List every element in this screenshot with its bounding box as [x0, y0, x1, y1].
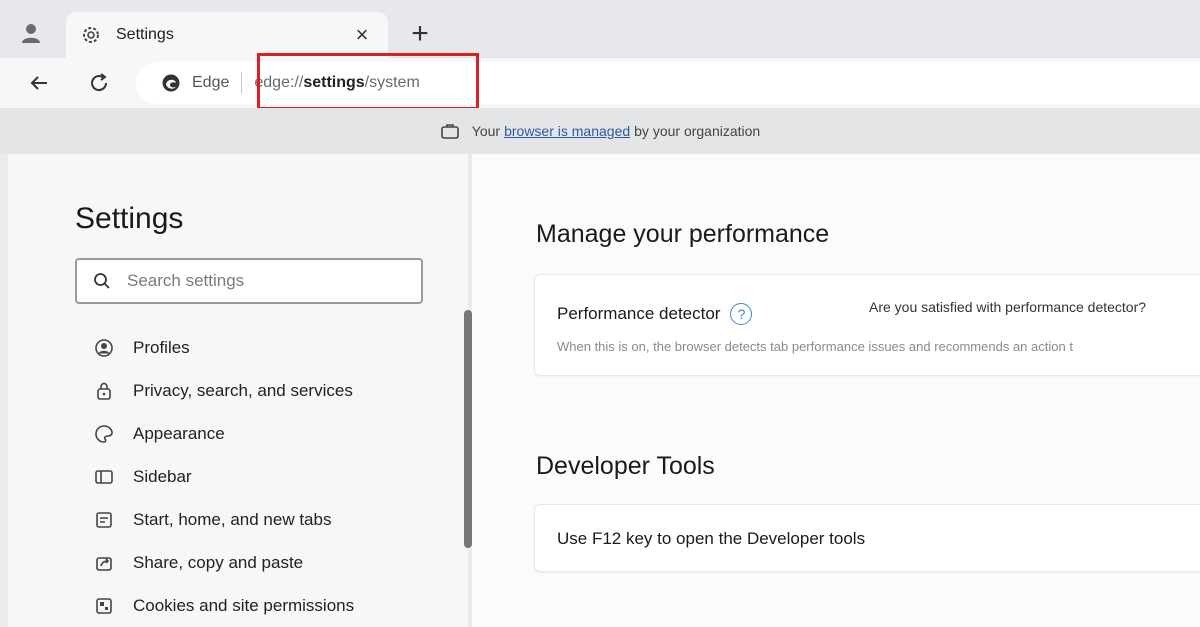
briefcase-icon: [440, 121, 460, 141]
edge-logo-icon: [160, 72, 182, 94]
back-arrow-icon[interactable]: [22, 66, 56, 100]
developer-tools-label: Use F12 key to open the Developer tools: [557, 529, 866, 548]
sidebar-item-share[interactable]: Share, copy and paste: [93, 541, 354, 584]
help-icon[interactable]: ?: [730, 303, 753, 325]
performance-description: When this is on, the browser detects tab…: [557, 339, 1073, 354]
search-box[interactable]: [75, 258, 423, 304]
settings-nav: Profiles Privacy, search, and services A…: [93, 326, 354, 627]
tab-title: Settings: [116, 26, 174, 43]
banner-text-before: Your: [471, 123, 501, 139]
performance-detector-row: Performance detector ?: [557, 303, 753, 325]
sidebar-item-label: Privacy, search, and services: [133, 380, 353, 400]
managed-banner: Your browser is managed by your organiza…: [0, 108, 1200, 154]
performance-section-title: Manage your performance: [536, 220, 830, 248]
refresh-icon[interactable]: [82, 66, 116, 100]
sidebar-item-label: Cookies and site permissions: [133, 595, 355, 615]
cookie-icon: [93, 595, 115, 617]
home-icon: [93, 509, 115, 531]
close-icon[interactable]: ×: [350, 22, 374, 47]
search-icon: [93, 271, 113, 291]
lock-icon: [93, 380, 115, 402]
profile-icon[interactable]: [16, 18, 46, 48]
tab-strip: Settings × +: [0, 0, 1200, 58]
performance-card: Performance detector ? Are you satisfied…: [534, 274, 1200, 376]
gear-icon: [80, 24, 102, 46]
settings-sidebar: Settings Profiles Privacy, search, and s…: [8, 154, 472, 627]
appearance-icon: [93, 423, 115, 445]
sidebar-item-sidebar[interactable]: Sidebar: [93, 455, 354, 498]
sidebar-scrollbar[interactable]: [464, 310, 472, 548]
browser-managed-link[interactable]: browser is managed: [504, 123, 630, 139]
sidebar-item-start-home[interactable]: Start, home, and new tabs: [93, 498, 354, 541]
sidebar-item-label: Profiles: [133, 337, 190, 357]
address-bar[interactable]: Edge edge://settings/system: [136, 62, 1200, 104]
developer-tools-section-title: Developer Tools: [536, 452, 715, 480]
share-icon: [93, 552, 115, 574]
search-input[interactable]: [127, 271, 387, 291]
sidebar-item-profiles[interactable]: Profiles: [93, 326, 354, 369]
main-content: Manage your performance Performance dete…: [472, 154, 1200, 627]
developer-tools-card: Use F12 key to open the Developer tools: [534, 504, 1200, 572]
performance-detector-label: Performance detector: [557, 304, 721, 323]
new-tab-button[interactable]: +: [404, 17, 436, 50]
address-separator: [241, 72, 243, 94]
sidebar-icon: [93, 466, 115, 488]
performance-feedback-link[interactable]: Are you satisfied with performance detec…: [869, 299, 1146, 315]
sidebar-item-privacy[interactable]: Privacy, search, and services: [93, 369, 354, 412]
url-text[interactable]: edge://settings/system: [254, 74, 419, 92]
toolbar: Edge edge://settings/system: [0, 58, 1200, 108]
banner-text-after: by your organization: [634, 123, 761, 139]
edge-label: Edge: [192, 74, 230, 91]
sidebar-item-label: Sidebar: [133, 466, 192, 486]
sidebar-item-appearance[interactable]: Appearance: [93, 412, 354, 455]
sidebar-item-cookies[interactable]: Cookies and site permissions: [93, 584, 354, 627]
sidebar-item-label: Appearance: [133, 423, 225, 443]
sidebar-title: Settings: [75, 202, 184, 235]
profile-icon: [93, 337, 115, 359]
sidebar-item-label: Share, copy and paste: [133, 552, 304, 572]
sidebar-item-label: Start, home, and new tabs: [133, 509, 332, 529]
tab-settings[interactable]: Settings ×: [66, 12, 388, 58]
